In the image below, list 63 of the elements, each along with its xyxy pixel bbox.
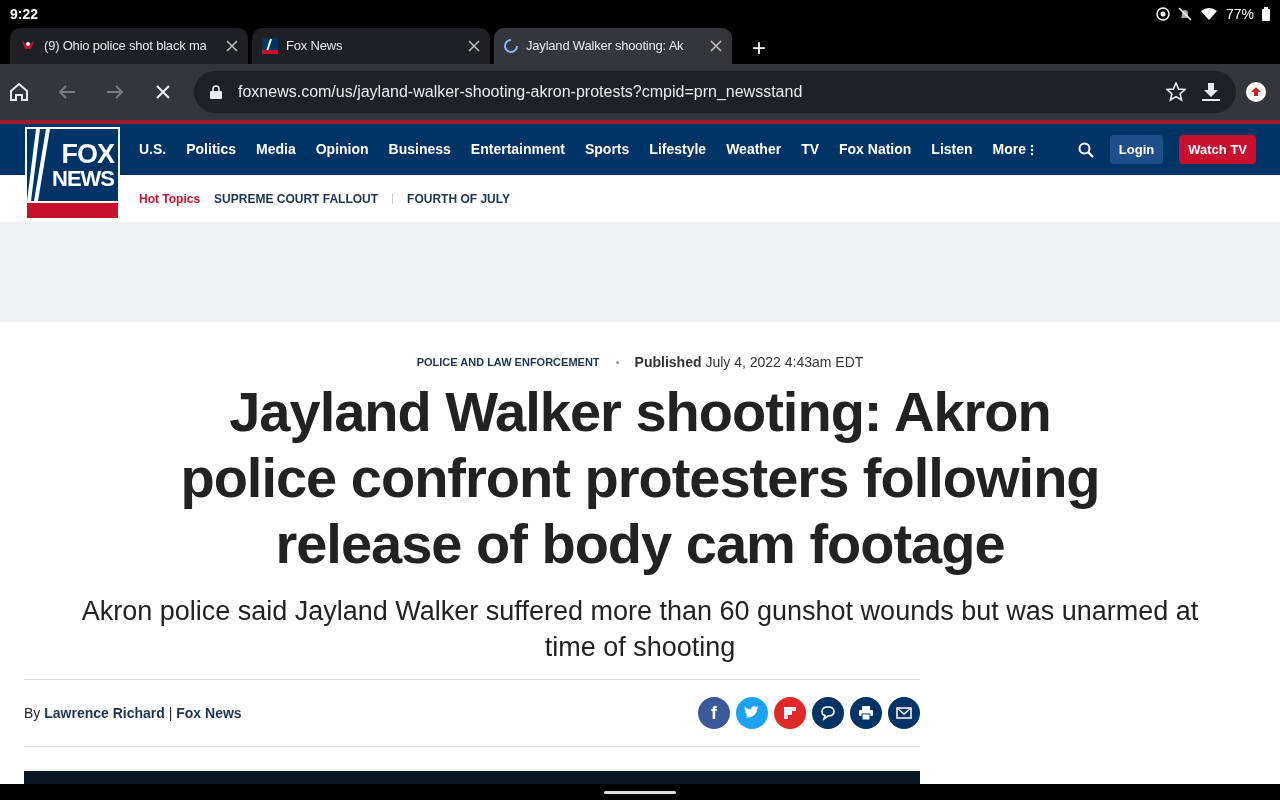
tab-title: (9) Ohio police shot black ma: [44, 37, 208, 56]
wifi-icon: [1199, 7, 1218, 21]
nav-link[interactable]: Politics: [186, 139, 237, 160]
nav-link[interactable]: More: [992, 139, 1035, 160]
nav-link[interactable]: Lifestyle: [649, 139, 707, 160]
battery-icon: [1262, 7, 1270, 21]
nav-link[interactable]: Media: [256, 139, 296, 160]
topic-link[interactable]: SUPREME COURT FALLOUT: [214, 189, 379, 208]
tab-title: Fox News: [286, 37, 344, 56]
stripe-icon: [27, 129, 51, 201]
share-button[interactable]: [812, 697, 844, 729]
share-button[interactable]: [888, 697, 920, 729]
share-button[interactable]: f: [698, 697, 730, 729]
nav-link[interactable]: Fox Nation: [839, 139, 912, 160]
nav-link[interactable]: Listen: [931, 139, 973, 160]
url-text: foxnews.com/us/jayland-walker-shooting-akron-protests?cmpid=prn_newsstand: [238, 82, 804, 102]
nav-link[interactable]: TV: [801, 139, 819, 160]
nav-link[interactable]: Opinion: [315, 139, 369, 160]
watch-tv-button[interactable]: Watch TV: [1179, 134, 1256, 165]
browser-tab[interactable]: Fox News: [252, 28, 490, 64]
hot-topics-label: Hot Topics: [139, 190, 201, 208]
nav-link[interactable]: U.S.: [139, 139, 167, 160]
tab-title: Jayland Walker shooting: Ak: [526, 37, 685, 56]
download-icon[interactable]: [1202, 82, 1220, 102]
target-icon: [1155, 7, 1170, 21]
browser-tab[interactable]: Jayland Walker shooting: Ak: [494, 28, 732, 64]
byline-prefix: By: [24, 704, 41, 721]
browser-tab[interactable]: (9) Ohio police shot black ma: [10, 28, 248, 64]
logo-word: NEWS: [52, 167, 114, 190]
kebab-menu-icon: [1030, 142, 1035, 157]
article-headline: Jayland Walker shooting: Akron police confront protesters following release of body cam footage: [179, 379, 1101, 577]
clock-time: 9:22: [10, 4, 39, 24]
gesture-handle[interactable]: [604, 791, 676, 794]
nav-link[interactable]: Sports: [585, 139, 630, 160]
update-icon[interactable]: [1246, 82, 1266, 102]
nav-link[interactable]: Business: [388, 139, 451, 160]
battery-level: 77%: [1225, 4, 1254, 24]
loading-spinner-icon: [504, 39, 518, 53]
nav-link[interactable]: Entertainment: [470, 139, 565, 160]
published-date: July 4, 2022 4:43am EDT: [705, 354, 864, 370]
muted-bell-icon: [1177, 7, 1192, 21]
close-icon[interactable]: [226, 40, 238, 52]
nav-link[interactable]: Weather: [726, 139, 782, 160]
source-link[interactable]: Fox News: [176, 704, 242, 721]
address-bar[interactable]: foxnews.com/us/jayland-walker-shooting-akron-protests?cmpid=prn_newsstand: [194, 71, 1236, 113]
published-label: Published: [634, 354, 702, 370]
favicon-icon: [262, 38, 278, 54]
close-icon[interactable]: [710, 40, 722, 52]
site-logo[interactable]: FOX NEWS: [25, 127, 120, 220]
new-tab-button[interactable]: +: [752, 36, 766, 60]
article-subheadline: Akron police said Jayland Walker suffered more than 60 gunshot wounds but was unarmed at time of shooting: [80, 595, 1200, 664]
star-icon[interactable]: [1166, 82, 1186, 102]
search-icon[interactable]: [1077, 141, 1094, 158]
topic-link[interactable]: FOURTH OF JULY: [407, 189, 510, 208]
logo-word: FOX: [61, 140, 114, 168]
byline-separator: |: [168, 704, 173, 721]
author-link[interactable]: Lawrence Richard: [44, 704, 165, 721]
category-link[interactable]: POLICE AND LAW ENFORCEMENT: [416, 354, 600, 371]
login-button[interactable]: Login: [1109, 134, 1164, 165]
home-icon[interactable]: [8, 81, 30, 103]
share-button[interactable]: [850, 697, 882, 729]
close-icon[interactable]: [468, 40, 480, 52]
lock-icon: [210, 85, 222, 99]
